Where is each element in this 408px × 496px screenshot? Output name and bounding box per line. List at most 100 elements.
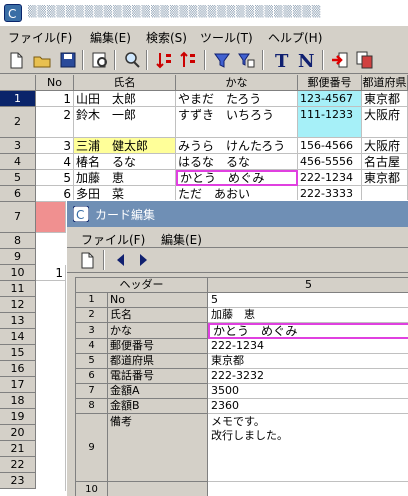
grid-cell[interactable]: すずき いちろう xyxy=(176,107,298,138)
column-header-kana[interactable]: かな xyxy=(176,75,298,91)
card-toolbar xyxy=(67,247,408,273)
card-field-value[interactable]: 2360 xyxy=(208,399,408,414)
grid-cell[interactable]: 椿名 るな xyxy=(74,154,176,170)
column-header-no[interactable]: No xyxy=(36,75,74,91)
menu-tools[interactable]: ツール(T) xyxy=(200,29,253,45)
grid-cell[interactable]: 222-1234 xyxy=(298,170,362,186)
card-field-value[interactable] xyxy=(208,482,408,496)
menu-edit[interactable]: 編集(E) xyxy=(90,29,131,45)
card-menu-file[interactable]: ファイル(F) xyxy=(81,231,145,247)
grid-cell[interactable]: 大阪府 xyxy=(362,138,408,154)
new-icon[interactable] xyxy=(6,50,26,70)
column-header-name[interactable]: 氏名 xyxy=(74,75,176,91)
row-header-7[interactable]: 7 xyxy=(0,202,36,233)
new-icon[interactable] xyxy=(77,250,97,270)
grid-cell[interactable]: みうら けんたろう xyxy=(176,138,298,154)
row-header-9[interactable]: 9 xyxy=(0,249,36,265)
row-header-13[interactable]: 13 xyxy=(0,313,36,329)
card-table[interactable]: ヘッダー 5 1 No 5 2 氏名 加藤 恵 3 かな かとう めぐみ 4 郵… xyxy=(75,277,408,496)
grid-cell-highlight[interactable] xyxy=(36,202,66,233)
column-header-pref[interactable]: 都道府県 xyxy=(362,75,408,91)
row-header-19[interactable]: 19 xyxy=(0,409,36,425)
card-field-value[interactable]: 222-3232 xyxy=(208,369,408,384)
row-header-22[interactable]: 22 xyxy=(0,457,36,473)
row-header-21[interactable]: 21 xyxy=(0,441,36,457)
number-icon[interactable]: N xyxy=(296,50,316,72)
grid-cell[interactable]: 鈴木 一郎 xyxy=(74,107,176,138)
card-row-number: 8 xyxy=(76,399,108,414)
print-preview-icon[interactable] xyxy=(90,50,110,70)
row-header-14[interactable]: 14 xyxy=(0,329,36,345)
sort-descending-icon[interactable] xyxy=(178,50,198,70)
row-header-4[interactable]: 4 xyxy=(0,154,36,170)
menu-file[interactable]: ファイル(F) xyxy=(8,29,72,45)
card-field-value[interactable]: 東京都 xyxy=(208,354,408,369)
card-row-number: 7 xyxy=(76,384,108,399)
search-icon[interactable] xyxy=(122,50,142,70)
menu-bar: ファイル(F) 編集(E) 検索(S) ツール(T) ヘルプ(H) xyxy=(0,26,408,46)
grid-cell[interactable]: 111-1233 xyxy=(298,107,362,138)
grid-cell[interactable]: 加藤 恵 xyxy=(74,170,176,186)
row-header-1[interactable]: 1 xyxy=(0,91,36,107)
text-icon[interactable]: T xyxy=(272,50,292,72)
filter-icon[interactable] xyxy=(212,50,232,70)
filter-settings-icon[interactable] xyxy=(236,50,256,70)
row-header-12[interactable]: 12 xyxy=(0,297,36,313)
grid-cell[interactable]: 東京都 xyxy=(362,91,408,107)
grid-cell[interactable]: 東京都 xyxy=(362,170,408,186)
card-title-bar[interactable]: C カード編集 xyxy=(67,201,408,227)
row-header-2[interactable]: 2 xyxy=(0,107,36,138)
row-header-16[interactable]: 16 xyxy=(0,361,36,377)
app-icon: C xyxy=(4,4,22,22)
grid-cell-editing[interactable]: かとう めぐみ xyxy=(176,170,298,186)
grid-cell[interactable]: 大阪府 xyxy=(362,107,408,138)
row-header-20[interactable]: 20 xyxy=(0,425,36,441)
grid-cell[interactable]: 156-4566 xyxy=(298,138,362,154)
card-field-value[interactable]: 加藤 恵 xyxy=(208,308,408,323)
copy-icon[interactable] xyxy=(354,50,374,70)
grid-cell[interactable]: はるな るな xyxy=(176,154,298,170)
row-header-3[interactable]: 3 xyxy=(0,138,36,154)
card-menu-edit[interactable]: 編集(E) xyxy=(161,231,202,247)
title-bar: C ▒▒▒▒▒▒▒▒▒▒▒▒▒▒▒▒▒▒▒▒▒▒▒▒▒▒▒▒▒▒▒ xyxy=(0,0,408,26)
card-field-value[interactable]: 3500 xyxy=(208,384,408,399)
grid-cell[interactable]: 3 xyxy=(36,138,74,154)
prev-icon[interactable] xyxy=(111,250,131,270)
row-header-11[interactable]: 11 xyxy=(0,281,36,297)
next-icon[interactable] xyxy=(133,250,153,270)
grid-cell[interactable]: 1 xyxy=(36,91,74,107)
row-header-8[interactable]: 8 xyxy=(0,233,36,249)
grid-cell[interactable]: 456-5556 xyxy=(298,154,362,170)
menu-help[interactable]: ヘルプ(H) xyxy=(268,29,322,45)
menu-search[interactable]: 検索(S) xyxy=(146,29,187,45)
card-field-value[interactable]: 222-1234 xyxy=(208,339,408,354)
row-header-17[interactable]: 17 xyxy=(0,377,36,393)
save-icon[interactable] xyxy=(58,50,78,70)
row-header-15[interactable]: 15 xyxy=(0,345,36,361)
grid-cell[interactable]: 名古屋 xyxy=(362,154,408,170)
grid-cell[interactable]: 三浦 健太郎 xyxy=(74,138,176,154)
grid-cell[interactable]: 山田 太郎 xyxy=(74,91,176,107)
row-header-18[interactable]: 18 xyxy=(0,393,36,409)
grid-cell[interactable]: 2 xyxy=(36,107,74,138)
row-header-6[interactable]: 6 xyxy=(0,186,36,202)
card-field-value-memo[interactable]: メモです。 改行しました。 xyxy=(208,414,408,482)
grid-cell[interactable]: 5 xyxy=(36,170,74,186)
grid-cell[interactable]: 123-4567 xyxy=(298,91,362,107)
sort-ascending-icon[interactable] xyxy=(154,50,174,70)
toolbar-separator xyxy=(322,50,324,70)
row-header-10[interactable]: 10 xyxy=(0,265,36,281)
row-header-23[interactable]: 23 xyxy=(0,473,36,489)
grid-cell[interactable]: 1 xyxy=(36,265,66,281)
toolbar-separator xyxy=(146,50,148,70)
row-header-5[interactable]: 5 xyxy=(0,170,36,186)
grid-cell[interactable]: やまだ たろう xyxy=(176,91,298,107)
import-icon[interactable] xyxy=(330,50,350,70)
open-icon[interactable] xyxy=(32,50,52,70)
grid-cell[interactable]: 4 xyxy=(36,154,74,170)
column-header-zip[interactable]: 郵便番号 xyxy=(298,75,362,91)
card-row-number: 2 xyxy=(76,308,108,323)
card-row-number: 1 xyxy=(76,293,108,308)
card-field-value[interactable]: 5 xyxy=(208,293,408,308)
card-field-value-editing[interactable]: かとう めぐみ xyxy=(208,323,408,339)
